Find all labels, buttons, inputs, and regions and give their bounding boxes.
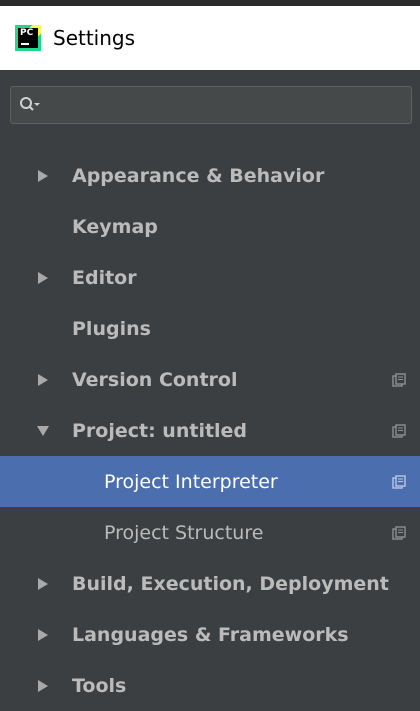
tree-item-version-control[interactable]: Version Control <box>0 354 420 405</box>
settings-tree: Appearance & Behavior Keymap Editor Plug… <box>0 150 420 711</box>
tree-item-label: Tools <box>72 674 127 697</box>
title-bar: PC Settings <box>0 6 420 70</box>
tree-item-label: Editor <box>72 266 137 289</box>
collapsed-arrow-icon[interactable] <box>36 679 50 693</box>
tree-item-label: Keymap <box>72 215 158 238</box>
tree-item-build-execution-deployment[interactable]: Build, Execution, Deployment <box>0 558 420 609</box>
tree-item-label: Project Interpreter <box>104 470 278 493</box>
collapsed-arrow-icon[interactable] <box>36 628 50 642</box>
tree-item-languages-frameworks[interactable]: Languages & Frameworks <box>0 609 420 660</box>
project-copy-icon <box>392 372 406 387</box>
collapsed-arrow-icon[interactable] <box>36 577 50 591</box>
window-title: Settings <box>53 26 136 50</box>
search-field[interactable] <box>10 86 412 124</box>
tree-item-label: Project Structure <box>104 521 264 544</box>
tree-item-project-interpreter[interactable]: Project Interpreter <box>0 456 420 507</box>
collapsed-arrow-icon[interactable] <box>36 373 50 387</box>
expanded-arrow-icon[interactable] <box>36 424 50 438</box>
tree-item-appearance-behavior[interactable]: Appearance & Behavior <box>0 150 420 201</box>
tree-item-label: Version Control <box>72 368 238 391</box>
project-copy-icon <box>392 525 406 540</box>
tree-item-label: Build, Execution, Deployment <box>72 572 389 595</box>
project-copy-icon <box>392 474 406 489</box>
search-input[interactable] <box>41 89 411 121</box>
project-copy-icon <box>392 423 406 438</box>
tree-item-label: Appearance & Behavior <box>72 164 325 187</box>
search-icon[interactable] <box>19 96 41 114</box>
tree-item-tools[interactable]: Tools <box>0 660 420 711</box>
tree-item-label: Plugins <box>72 317 151 340</box>
tree-item-editor[interactable]: Editor <box>0 252 420 303</box>
tree-item-label: Languages & Frameworks <box>72 623 349 646</box>
tree-item-keymap[interactable]: Keymap <box>0 201 420 252</box>
pycharm-icon: PC <box>15 25 41 51</box>
tree-item-label: Project: untitled <box>72 419 248 442</box>
tree-item-project-untitled[interactable]: Project: untitled <box>0 405 420 456</box>
collapsed-arrow-icon[interactable] <box>36 169 50 183</box>
tree-item-project-structure[interactable]: Project Structure <box>0 507 420 558</box>
tree-item-plugins[interactable]: Plugins <box>0 303 420 354</box>
collapsed-arrow-icon[interactable] <box>36 271 50 285</box>
